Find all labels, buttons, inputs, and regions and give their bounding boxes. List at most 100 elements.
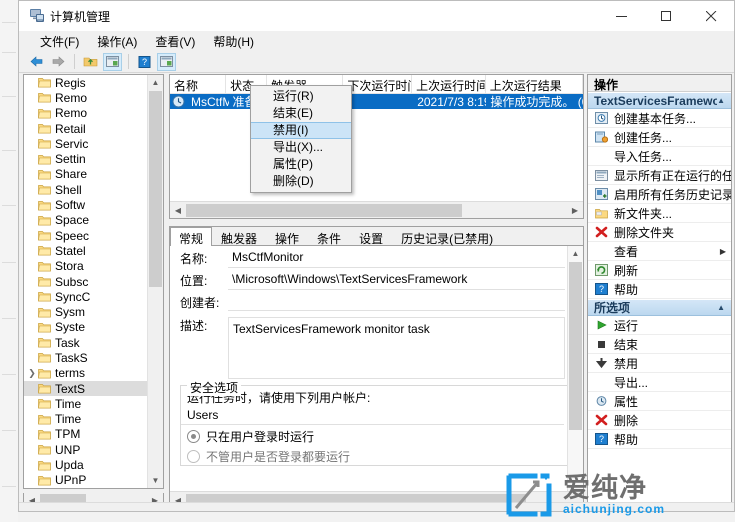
tree-item-remo[interactable]: Remo: [24, 90, 148, 105]
tree-item-statel[interactable]: Statel: [24, 243, 148, 258]
detail-vertical-scrollbar[interactable]: ▲: [567, 246, 583, 492]
tree-scroll-thumb[interactable]: [149, 91, 162, 287]
tree-item-unp[interactable]: UNP: [24, 442, 148, 457]
menu-action[interactable]: 操作(A): [88, 31, 146, 52]
tree-item-subsc[interactable]: Subsc: [24, 274, 148, 289]
tree-item-speec[interactable]: Speec: [24, 228, 148, 243]
maximize-button[interactable]: [644, 1, 689, 31]
minimize-button[interactable]: [599, 1, 644, 31]
field-description-value[interactable]: TextServicesFramework monitor task: [228, 317, 565, 379]
tree-scroll-up-icon[interactable]: ▲: [148, 75, 163, 90]
tab-设置[interactable]: 设置: [350, 227, 392, 246]
action-item[interactable]: 创建任务...: [588, 128, 731, 147]
column-header[interactable]: 上次运行结果: [486, 75, 583, 93]
radio-run-regardless[interactable]: 不管用户是否登录都要运行: [181, 445, 572, 465]
forward-icon[interactable]: [49, 53, 68, 71]
tree-item-sysm[interactable]: Sysm: [24, 304, 148, 319]
action-item[interactable]: 属性: [588, 392, 731, 411]
menu-help[interactable]: 帮助(H): [204, 31, 263, 52]
column-header[interactable]: 下次运行时间: [343, 75, 413, 93]
action-item[interactable]: 删除文件夹: [588, 223, 731, 242]
action-item[interactable]: 显示所有正在运行的任务: [588, 166, 731, 185]
context-menu-item[interactable]: 属性(P): [251, 156, 351, 173]
tab-操作[interactable]: 操作: [266, 227, 308, 246]
tree-item-terms[interactable]: ❯ terms: [24, 366, 148, 381]
collapse-chevron-icon[interactable]: ▲: [717, 303, 725, 312]
tree-item-stora[interactable]: Stora: [24, 259, 148, 274]
list-hscroll-left-icon[interactable]: ◀: [170, 206, 186, 215]
tree-item-upda[interactable]: Upda: [24, 457, 148, 472]
tree-item-space[interactable]: Space: [24, 213, 148, 228]
tree-item-shell[interactable]: Shell: [24, 182, 148, 197]
action-item[interactable]: 删除: [588, 411, 731, 430]
context-menu-item[interactable]: 运行(R): [251, 88, 351, 105]
folder-icon: [38, 92, 51, 103]
action-item[interactable]: 导入任务...: [588, 147, 731, 166]
context-menu-item[interactable]: 删除(D): [251, 173, 351, 190]
tree-item-servic[interactable]: Servic: [24, 136, 148, 151]
task-context-menu[interactable]: 运行(R) 结束(E) 禁用(I) 导出(X)... 属性(P) 删除(D): [250, 85, 352, 193]
context-menu-item[interactable]: 导出(X)...: [251, 139, 351, 156]
detail-scroll-thumb[interactable]: [569, 262, 582, 430]
tree-vertical-scrollbar[interactable]: ▲ ▼: [147, 75, 163, 488]
action-item[interactable]: 创建基本任务...: [588, 109, 731, 128]
field-location-value[interactable]: \Microsoft\Windows\TextServicesFramework: [228, 272, 565, 290]
tree-item-remo[interactable]: Remo: [24, 106, 148, 121]
menu-file[interactable]: 文件(F): [31, 31, 88, 52]
tree-item-tasks[interactable]: TaskS: [24, 350, 148, 365]
action-item[interactable]: 运行: [588, 316, 731, 335]
close-button[interactable]: [689, 1, 734, 31]
console-tree[interactable]: Regis Remo Remo Retail Servic Settin Share Shel…: [24, 75, 148, 488]
tree-item-tpm[interactable]: TPM: [24, 427, 148, 442]
action-item[interactable]: ? 帮助: [588, 280, 731, 299]
field-author-value[interactable]: [228, 294, 565, 311]
help-icon: ?: [594, 432, 609, 446]
back-icon[interactable]: [27, 53, 46, 71]
menu-view[interactable]: 查看(V): [146, 31, 204, 52]
actions-section-header[interactable]: 所选项 ▲: [588, 299, 731, 316]
tab-条件[interactable]: 条件: [308, 227, 350, 246]
field-name-value[interactable]: MsCtfMonitor: [228, 250, 565, 268]
column-header[interactable]: 名称: [170, 75, 227, 93]
tree-item-task[interactable]: Task: [24, 335, 148, 350]
tab-历史记录(已禁用)[interactable]: 历史记录(已禁用): [392, 227, 502, 246]
action-item[interactable]: 导出...: [588, 373, 731, 392]
tree-item-softw[interactable]: Softw: [24, 197, 148, 212]
list-hscroll-right-icon[interactable]: ▶: [567, 206, 583, 215]
tree-item-regis[interactable]: Regis: [24, 75, 148, 90]
properties-icon[interactable]: [157, 52, 176, 71]
action-item[interactable]: 启用所有任务历史记录: [588, 185, 731, 204]
action-item[interactable]: 刷新: [588, 261, 731, 280]
column-header[interactable]: 上次运行时间: [412, 75, 486, 93]
help-icon[interactable]: ?: [135, 53, 154, 71]
tree-item-retail[interactable]: Retail: [24, 121, 148, 136]
tree-item-share[interactable]: Share: [24, 167, 148, 182]
tree-item-upnp[interactable]: UPnP: [24, 473, 148, 488]
context-menu-item[interactable]: 结束(E): [251, 105, 351, 122]
table-row[interactable]: MsCtfMoni...准备就绪当任何用户登录时2021/7/3 8:19:15…: [170, 94, 583, 109]
tree-item-settin[interactable]: Settin: [24, 151, 148, 166]
tree-scroll-down-icon[interactable]: ▼: [148, 473, 163, 488]
actions-section-header[interactable]: TextServicesFramework▲: [588, 92, 731, 109]
tree-item-time[interactable]: Time: [24, 396, 148, 411]
task-list-horizontal-scrollbar[interactable]: ◀ ▶: [170, 201, 583, 218]
tab-常规[interactable]: 常规: [170, 227, 213, 247]
show-list-icon[interactable]: [103, 52, 122, 71]
action-item[interactable]: 结束: [588, 335, 731, 354]
collapse-chevron-icon[interactable]: ▲: [717, 96, 725, 105]
tree-item-texts[interactable]: TextS: [24, 380, 148, 397]
radio-run-when-logged-on[interactable]: 只在用户登录时运行: [181, 425, 572, 445]
action-item[interactable]: 查看 ▶: [588, 242, 731, 261]
detail-scroll-up-icon[interactable]: ▲: [568, 246, 583, 261]
action-item[interactable]: ? 帮助: [588, 430, 731, 449]
context-menu-item[interactable]: 禁用(I): [251, 122, 351, 139]
action-item[interactable]: 新文件夹...: [588, 204, 731, 223]
action-item[interactable]: 禁用: [588, 354, 731, 373]
up-folder-icon[interactable]: [81, 53, 100, 71]
list-hscroll-thumb[interactable]: [186, 203, 462, 217]
tree-item-syncc[interactable]: SyncC: [24, 289, 148, 304]
tree-item-syste[interactable]: Syste: [24, 320, 148, 335]
tree-item-time[interactable]: Time: [24, 412, 148, 427]
tab-触发器[interactable]: 触发器: [212, 227, 266, 246]
chevron-right-icon[interactable]: ❯: [26, 368, 38, 379]
